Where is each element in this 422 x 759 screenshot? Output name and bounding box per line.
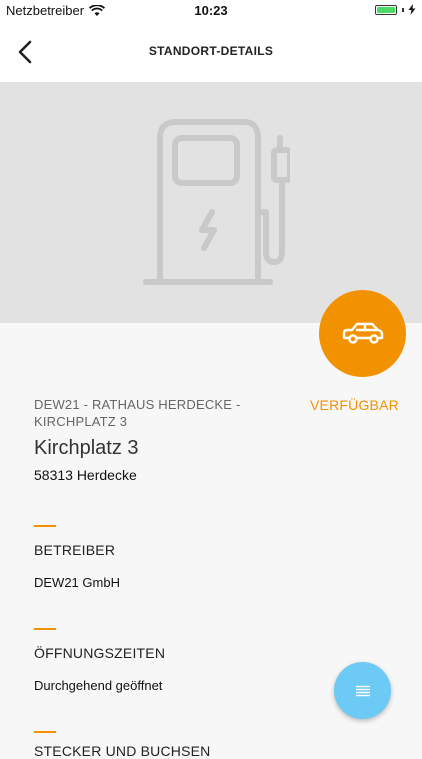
status-right	[375, 4, 416, 15]
section-divider	[34, 628, 56, 630]
nav-bar: STANDORT-DETAILS	[0, 22, 422, 82]
page-title: STANDORT-DETAILS	[148, 44, 274, 58]
route-car-button[interactable]	[319, 290, 406, 377]
station-city: 58313 Herdecke	[34, 467, 137, 483]
status-bar: Netzbetreiber 10:23	[0, 0, 422, 22]
battery-icon	[375, 4, 397, 15]
operator-value: DEW21 GmbH	[34, 575, 120, 590]
operator-label: BETREIBER	[34, 542, 116, 558]
station-image	[0, 82, 422, 323]
section-divider	[34, 731, 56, 733]
station-street: Kirchplatz 3	[34, 437, 139, 459]
opening-hours-value: Durchgehend geöffnet	[34, 678, 163, 693]
menu-button[interactable]	[334, 662, 391, 719]
status-time: 10:23	[194, 3, 228, 18]
opening-hours-label: ÖFFNUNGSZEITEN	[34, 645, 166, 661]
charging-bolt-icon	[408, 4, 416, 15]
section-divider	[34, 525, 56, 527]
charging-station-icon	[143, 119, 290, 285]
list-icon	[355, 685, 370, 696]
car-icon	[342, 322, 383, 344]
station-name: DEW21 - RATHAUS HERDECKE - KIRCHPLATZ 3	[34, 397, 241, 429]
availability-status: VERFÜGBAR	[310, 397, 399, 413]
battery-tip	[402, 7, 404, 12]
connectors-label: STECKER UND BUCHSEN	[34, 743, 211, 759]
